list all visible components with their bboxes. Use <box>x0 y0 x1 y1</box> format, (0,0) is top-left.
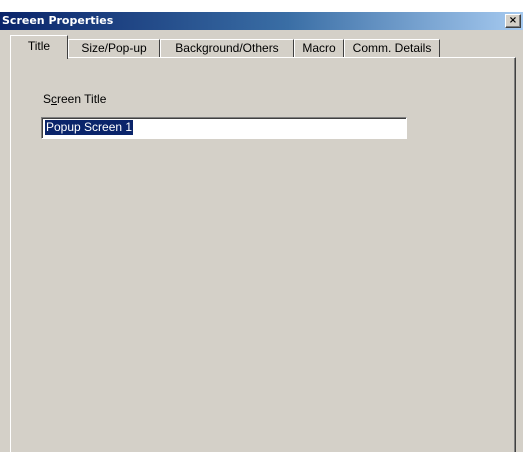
label-suffix: reen Title <box>57 92 107 106</box>
close-button[interactable]: × <box>505 14 521 28</box>
label-prefix: S <box>43 92 52 106</box>
screen-title-input[interactable]: Popup Screen 1 <box>41 117 407 139</box>
close-icon: × <box>508 15 518 26</box>
tab-title[interactable]: Title <box>10 35 68 59</box>
window-title: Screen Properties <box>2 14 114 27</box>
screen-title-value: Popup Screen 1 <box>45 120 134 135</box>
tab-background-others[interactable]: Background/Others <box>160 39 294 57</box>
tab-comm-details[interactable]: Comm. Details <box>344 39 440 57</box>
tab-size-popup[interactable]: Size/Pop-up <box>68 39 160 57</box>
title-bar[interactable]: Screen Properties × <box>0 12 523 30</box>
tab-macro[interactable]: Macro <box>294 39 344 57</box>
screen-title-label: Screen Title <box>43 91 106 107</box>
tab-strip: Title Size/Pop-up Background/Others Macr… <box>10 35 516 59</box>
